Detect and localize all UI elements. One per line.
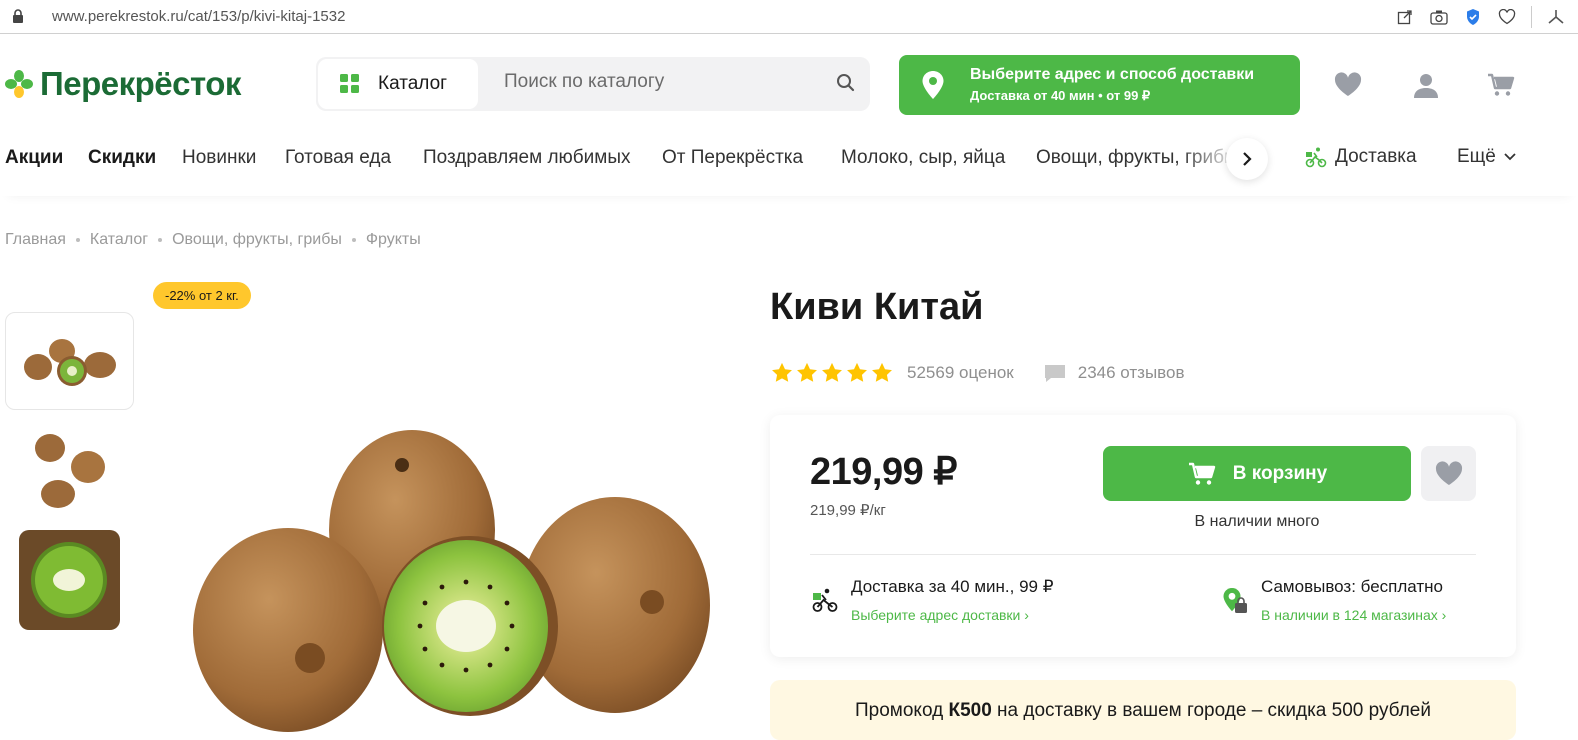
- user-icon[interactable]: [1411, 72, 1441, 98]
- breadcrumb-fruits[interactable]: Фрукты: [366, 231, 421, 249]
- rating-stars[interactable]: [771, 362, 893, 383]
- breadcrumb-vegetables[interactable]: Овощи, фрукты, грибы: [172, 231, 342, 249]
- heart-icon: [1435, 460, 1462, 485]
- star-icon: [872, 362, 892, 382]
- nav-item-dairy[interactable]: Молоко, сыр, яйца: [841, 147, 1005, 169]
- breadcrumb-separator: [75, 238, 80, 242]
- browser-address-bar: www.perekrestok.ru/cat/153/p/kivi-kitaj-…: [0, 0, 1578, 34]
- price-card: 219,99 ₽ 219,99 ₽/кг В корзину В наличии…: [770, 415, 1516, 657]
- courier-bike-icon: [1305, 147, 1327, 168]
- lock-icon: [13, 9, 23, 23]
- extension-icon[interactable]: [1546, 7, 1566, 27]
- kiwi-photo: [193, 430, 710, 732]
- star-icon: [847, 362, 867, 382]
- chevron-right-icon: [1243, 152, 1252, 166]
- store-pin-icon: [1223, 588, 1247, 613]
- divider: [810, 554, 1476, 555]
- stock-status: В наличии много: [1194, 513, 1320, 530]
- nav-delivery-label: Доставка: [1335, 146, 1417, 167]
- delivery-subtitle: Доставка от 40 мин • от 99 ₽: [970, 88, 1151, 103]
- search-icon[interactable]: [836, 73, 856, 93]
- delivery-title: Выберите адрес и способ доставки: [970, 66, 1255, 83]
- choose-delivery-address-link[interactable]: Выберите адрес доставки ›: [851, 607, 1029, 623]
- url-text[interactable]: www.perekrestok.ru/cat/153/p/kivi-kitaj-…: [52, 8, 345, 25]
- product-rating: 52569 оценок 2346 отзывов: [771, 362, 1184, 383]
- nav-more-label: Ещё: [1457, 146, 1496, 167]
- chevron-right-icon: ›: [1024, 607, 1029, 623]
- share-icon[interactable]: [1395, 7, 1415, 27]
- add-to-cart-button[interactable]: В корзину: [1103, 446, 1411, 501]
- nav-item-new[interactable]: Новинки: [182, 147, 256, 169]
- favorites-heart-icon[interactable]: [1333, 72, 1363, 98]
- location-pin-icon: [922, 71, 944, 99]
- promo-text: Промокод К500 на доставку в вашем городе…: [770, 700, 1516, 722]
- comment-icon: [1044, 364, 1065, 382]
- star-icon: [822, 362, 842, 382]
- nav-more-button[interactable]: Ещё: [1457, 146, 1516, 168]
- product-main-image[interactable]: [190, 420, 720, 736]
- category-nav: Акции Скидки Новинки Готовая еда Поздрав…: [0, 130, 1578, 196]
- clover-logo-icon: [5, 70, 33, 98]
- pickup-stores-link[interactable]: В наличии в 124 магазинах ›: [1261, 607, 1446, 623]
- breadcrumb-separator: [351, 238, 356, 242]
- delivery-option-title: Доставка за 40 мин., 99 ₽: [851, 577, 1054, 596]
- breadcrumb: Главная Каталог Овощи, фрукты, грибы Фру…: [5, 231, 421, 249]
- product-title: Киви Китай: [770, 286, 984, 328]
- nav-item-discounts[interactable]: Скидки: [88, 147, 156, 169]
- cart-icon[interactable]: [1486, 72, 1516, 98]
- promo-prefix: Промокод: [855, 700, 949, 721]
- search-bar: Каталог: [316, 57, 870, 111]
- camera-icon[interactable]: [1429, 7, 1449, 27]
- catalog-label: Каталог: [378, 73, 448, 94]
- heart-outline-icon[interactable]: [1497, 7, 1517, 27]
- nav-item-ready-food[interactable]: Готовая еда: [285, 147, 391, 169]
- nav-item-own-brand[interactable]: От Перекрёстка: [662, 147, 803, 169]
- catalog-button[interactable]: Каталог: [318, 59, 478, 109]
- pickup-option-title: Самовывоз: бесплатно: [1261, 577, 1443, 596]
- reviews-link[interactable]: 2346 отзывов: [1044, 362, 1185, 383]
- add-to-cart-label: В корзину: [1232, 462, 1328, 484]
- nav-delivery-link[interactable]: Доставка: [1305, 146, 1417, 168]
- promo-code: К500: [948, 700, 992, 721]
- divider: [1531, 6, 1532, 28]
- product-thumbnail-1[interactable]: [5, 312, 134, 410]
- promo-banner: Промокод К500 на доставку в вашем городе…: [770, 680, 1516, 740]
- chevron-right-icon: ›: [1441, 607, 1447, 623]
- nav-item-congratulations[interactable]: Поздравляем любимых: [423, 147, 631, 169]
- breadcrumb-separator: [158, 238, 163, 242]
- nav-item-promotions[interactable]: Акции: [5, 147, 63, 169]
- grid-icon: [340, 74, 359, 93]
- search-input[interactable]: [504, 71, 824, 93]
- promo-suffix: на доставку в вашем городе – скидка 500 …: [991, 700, 1431, 721]
- kiwi-thumbnail-image: [19, 530, 120, 630]
- delivery-address-button[interactable]: Выберите адрес и способ доставки Доставк…: [899, 55, 1300, 115]
- shield-icon[interactable]: [1463, 7, 1483, 27]
- breadcrumb-home[interactable]: Главная: [5, 231, 66, 249]
- logo-text: Перекрёсток: [40, 65, 241, 102]
- add-to-favorites-button[interactable]: [1421, 446, 1476, 501]
- pickup-stores-label: В наличии в 124 магазинах: [1261, 607, 1438, 623]
- star-icon: [797, 362, 817, 382]
- reviews-count: 2346 отзывов: [1077, 362, 1185, 382]
- site-header: Перекрёсток Каталог Выберите адрес и спо…: [0, 40, 1578, 130]
- discount-badge: -22% от 2 кг.: [153, 282, 251, 309]
- rating-count: 52569 оценок: [907, 362, 1014, 382]
- kiwi-thumbnail-image: [34, 434, 105, 508]
- choose-delivery-address-label: Выберите адрес доставки: [851, 607, 1021, 623]
- star-icon: [772, 362, 792, 382]
- courier-bike-icon: [812, 588, 838, 612]
- unit-price: 219,99 ₽/кг: [810, 502, 886, 519]
- product-thumbnail-3[interactable]: [19, 530, 120, 630]
- cart-icon: [1188, 462, 1215, 485]
- breadcrumb-catalog[interactable]: Каталог: [90, 231, 148, 249]
- nav-scroll-right-button[interactable]: [1226, 138, 1268, 180]
- site-logo[interactable]: Перекрёсток: [4, 65, 241, 103]
- product-price: 219,99 ₽: [810, 451, 957, 493]
- kiwi-thumbnail-image: [23, 339, 116, 386]
- product-thumbnail-2[interactable]: [5, 420, 134, 518]
- chevron-down-icon: [1504, 153, 1516, 161]
